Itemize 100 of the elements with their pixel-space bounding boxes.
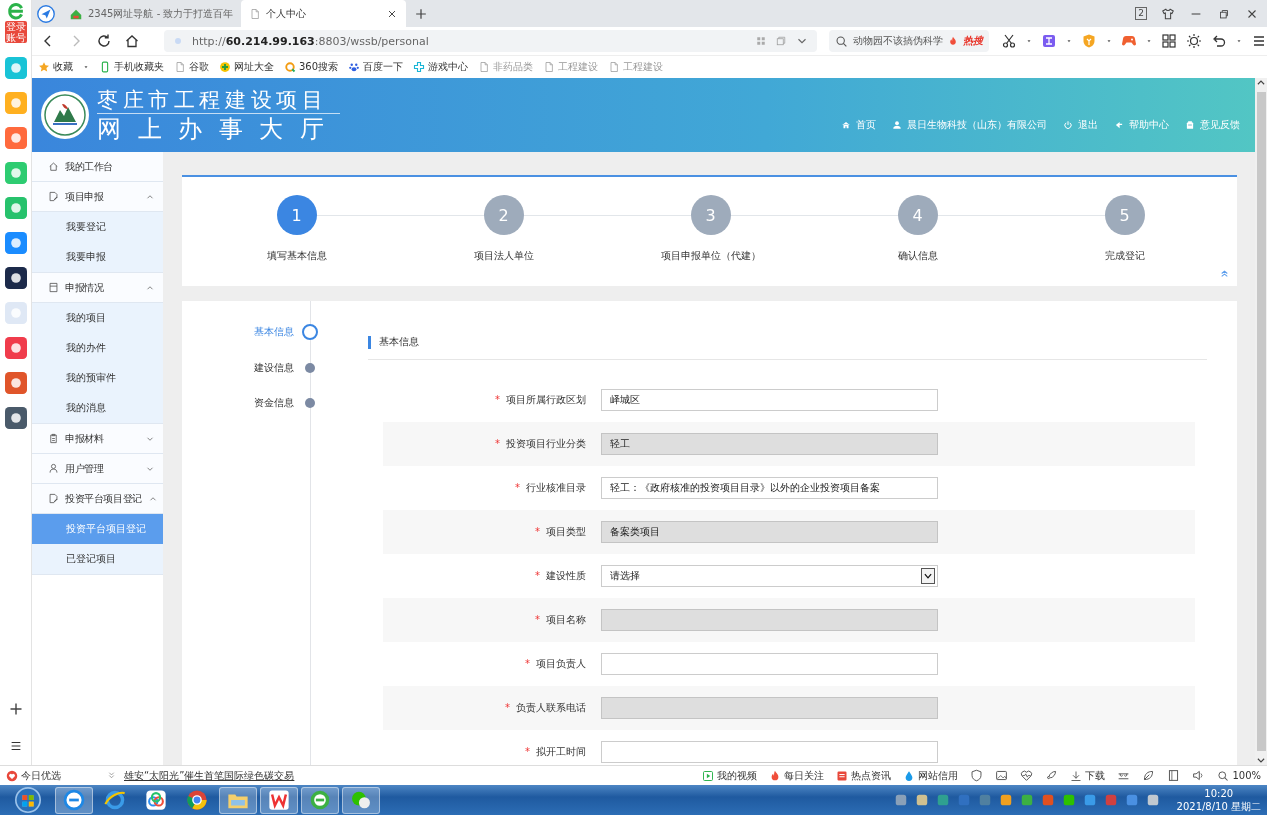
browser-icon[interactable]: [186, 789, 208, 811]
clipboard-icon: [48, 433, 59, 444]
caret-icon[interactable]: [83, 63, 89, 71]
sidebar-subitem[interactable]: 我要申报: [32, 242, 163, 272]
sidebar-item[interactable]: 投资平台项目登记: [32, 484, 163, 514]
sidebar-item[interactable]: 申报情况: [32, 273, 163, 303]
select-field[interactable]: 请选择: [601, 565, 938, 587]
window-icon[interactable]: [1167, 769, 1181, 782]
sidebar-subitem[interactable]: 我的预审件: [32, 363, 163, 393]
toolbar-link[interactable]: 我的视频: [702, 768, 758, 783]
tray-icon[interactable]: [1145, 793, 1160, 807]
sidebar-subitem[interactable]: 我要登记: [32, 212, 163, 242]
home-icon[interactable]: [124, 33, 140, 49]
sidebar-item[interactable]: 项目申报: [32, 182, 163, 212]
form-nav-link[interactable]: 基本信息: [254, 325, 294, 339]
browser-icon[interactable]: [104, 789, 126, 811]
bookmark[interactable]: 手机收藏夹: [99, 60, 164, 74]
help-icon: [1114, 120, 1124, 130]
reload-icon[interactable]: [96, 33, 112, 49]
navigation-icon[interactable]: [37, 4, 55, 23]
image-icon[interactable]: [995, 769, 1009, 782]
toolbar-link[interactable]: 每日关注: [769, 768, 825, 783]
sidebar-subitem[interactable]: 已登记项目: [32, 544, 163, 574]
bookmark[interactable]: 游戏中心: [413, 60, 469, 74]
caret-icon[interactable]: [1066, 37, 1072, 45]
browser-icon[interactable]: [63, 789, 85, 811]
address-field[interactable]: http://60.214.99.163:8803/wssb/personal: [164, 30, 817, 52]
section-title: 基本信息: [379, 335, 419, 349]
login-badge[interactable]: 登录账号: [4, 21, 27, 43]
caret-icon[interactable]: [1146, 37, 1152, 45]
step-circle: 5: [1104, 195, 1145, 235]
form-label: 拟开工时间: [536, 746, 586, 757]
text-field[interactable]: [601, 653, 938, 675]
qr-icon[interactable]: [755, 35, 767, 47]
browser-icon[interactable]: [309, 789, 331, 811]
app-icon[interactable]: [4, 267, 27, 289]
sidebar-subitem[interactable]: 我的消息: [32, 393, 163, 423]
sidebar-item[interactable]: 用户管理: [32, 454, 163, 484]
toolbar-link[interactable]: 网站信用: [903, 768, 959, 783]
sidebar-subitem[interactable]: 我的项目: [32, 303, 163, 333]
undo-icon[interactable]: [1211, 33, 1227, 49]
text-field[interactable]: [601, 741, 938, 763]
user-icon: [48, 463, 59, 474]
rocket-icon[interactable]: [1045, 769, 1059, 782]
menu-icon[interactable]: [1251, 33, 1267, 49]
feedback-icon: [1185, 120, 1195, 130]
shield-icon[interactable]: [1081, 33, 1097, 49]
chevron-double-icon[interactable]: [107, 771, 116, 780]
news-icon: [836, 769, 849, 782]
collapse-icon[interactable]: [1220, 269, 1229, 278]
document-edit-icon: [48, 493, 59, 504]
browser-tab[interactable]: 个人中心: [241, 0, 407, 27]
start-button[interactable]: [15, 787, 41, 813]
section-bar: [368, 335, 371, 349]
tray-icon[interactable]: [998, 793, 1013, 807]
brightness-icon[interactable]: [1186, 33, 1202, 49]
sidebar-subitem[interactable]: 我的办件: [32, 333, 163, 363]
tray-icon[interactable]: [1019, 793, 1034, 807]
bookmark[interactable]: 百度一下: [348, 60, 404, 74]
tray-icon[interactable]: [893, 793, 908, 807]
new-tab-icon[interactable]: [414, 6, 429, 21]
skin-icon[interactable]: [1161, 6, 1175, 21]
news-link[interactable]: 雄安“太阳光”催生首笔国际绿色碳交易: [124, 768, 295, 783]
clock[interactable]: 10:20 2021/8/10 星期二: [1176, 787, 1261, 813]
tray-icon[interactable]: [1082, 793, 1097, 807]
browser-tab[interactable]: 2345网址导航 - 致力于打造百年: [61, 0, 242, 27]
leaf-icon[interactable]: [1142, 769, 1156, 782]
tray-icon[interactable]: [914, 793, 929, 807]
bookmark[interactable]: 谷歌: [174, 60, 209, 74]
zoom-control[interactable]: 100%: [1217, 769, 1261, 782]
shield-icon[interactable]: [970, 769, 984, 782]
caret-icon[interactable]: [1026, 37, 1032, 45]
grid-icon[interactable]: [1161, 33, 1177, 49]
text-field[interactable]: 轻工：《政府核准的投资项目目录》以外的企业投资项目备案: [601, 477, 938, 499]
bookmark[interactable]: 360搜索: [284, 60, 339, 74]
bookmark[interactable]: 收藏: [38, 60, 73, 74]
page-icon: [174, 61, 186, 73]
tray-icon[interactable]: [1061, 793, 1076, 807]
daily-picks-link[interactable]: 今日优选: [6, 768, 61, 783]
toolbar-link[interactable]: 热点资讯: [836, 768, 892, 783]
heartbeat-icon[interactable]: [1020, 769, 1034, 782]
step-circle: 3: [690, 195, 731, 235]
chat-icon[interactable]: [350, 789, 372, 811]
text-field[interactable]: 峄城区: [601, 389, 938, 411]
caret-icon[interactable]: [1106, 37, 1112, 45]
download-button[interactable]: 下载: [1070, 768, 1106, 783]
caret-icon[interactable]: [1236, 37, 1242, 45]
office-icon[interactable]: [268, 789, 290, 811]
sidebar-item[interactable]: 申报材料: [32, 424, 163, 454]
tray-icon[interactable]: [935, 793, 950, 807]
form-nav-link[interactable]: 资金信息: [254, 396, 294, 410]
scissors-icon[interactable]: [1001, 33, 1017, 49]
tab-count[interactable]: 2: [1135, 7, 1147, 20]
bookmark[interactable]: 网址大全: [219, 60, 274, 74]
sidebar-item[interactable]: 我的工作台: [32, 152, 163, 182]
scrollbar[interactable]: [1255, 78, 1267, 765]
form-nav-link[interactable]: 建设信息: [254, 361, 294, 375]
search-field[interactable]: 动物园不该搞伪科学 热搜: [829, 30, 989, 52]
tray-icon[interactable]: [1124, 793, 1139, 807]
translate-icon[interactable]: [1041, 33, 1057, 49]
